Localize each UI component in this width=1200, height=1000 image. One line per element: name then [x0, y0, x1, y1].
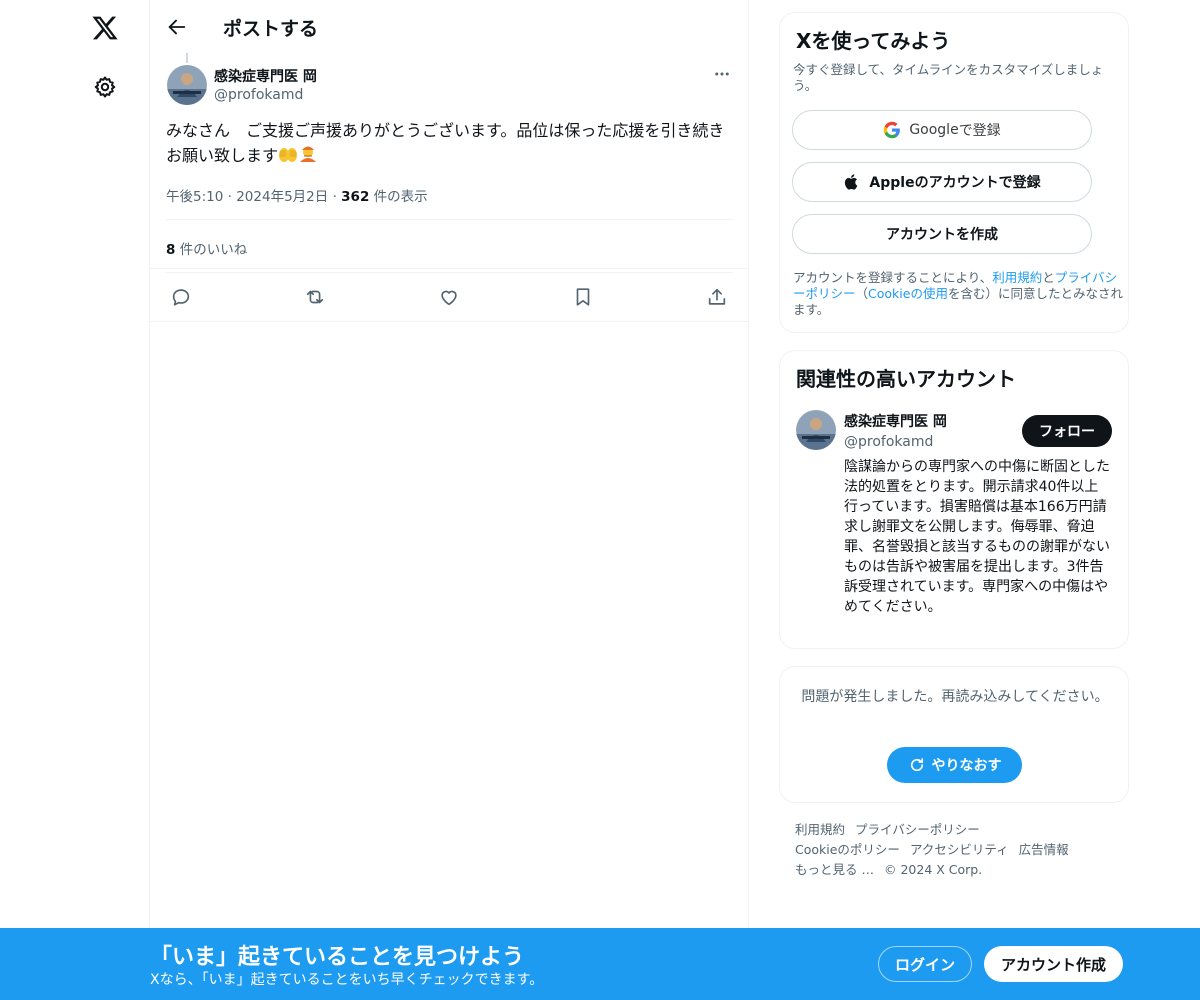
- related-accounts-card: 関連性の高いアカウント 感染症専門医 岡 @profokamd フォロー 陰謀論…: [779, 350, 1129, 649]
- apple-signup-button[interactable]: Appleのアカウントで登録: [792, 162, 1092, 202]
- post-actions: [166, 284, 733, 312]
- divider: [150, 321, 749, 322]
- cookie-link[interactable]: Cookieの使用: [868, 286, 948, 301]
- signup-card: Xを使ってみよう 今すぐ登録して、タイムラインをカスタマイズしましょう。 Goo…: [779, 12, 1129, 333]
- reply-icon[interactable]: [170, 286, 192, 308]
- related-card-title: 関連性の高いアカウント: [796, 367, 1016, 391]
- open-hands-emoji-icon: [279, 148, 298, 162]
- follow-button[interactable]: フォロー: [1022, 415, 1112, 447]
- footer-cookie-link[interactable]: Cookieのポリシー: [795, 842, 900, 857]
- related-account-handle[interactable]: @profokamd: [844, 434, 933, 450]
- related-account-bio: 陰謀論からの専門家への中傷に断固とした法的処置をとります。開示請求40件以上行っ…: [844, 459, 1110, 615]
- more-options-icon[interactable]: [713, 65, 731, 83]
- signup-card-title: Xを使ってみよう: [796, 29, 951, 53]
- signup-banner: 「いま」起きていることを見つけよう Xなら、「いま」起きていることをいち早くチェ…: [0, 928, 1200, 1000]
- meta-separator: ·: [227, 189, 237, 205]
- related-account-name[interactable]: 感染症専門医 岡: [844, 411, 947, 431]
- terms-link[interactable]: 利用規約: [992, 270, 1042, 285]
- tos-mid: （: [855, 286, 869, 301]
- share-icon[interactable]: [706, 286, 728, 308]
- apple-logo-icon: [845, 174, 858, 190]
- create-account-button[interactable]: アカウントを作成: [792, 214, 1092, 254]
- likes-label: 件のいいね: [175, 242, 248, 258]
- signup-card-subtitle: 今すぐ登録して、タイムラインをカスタマイズしましょう。: [793, 62, 1104, 93]
- banner-title: 「いま」起きていることを見つけよう: [150, 945, 525, 970]
- related-account-avatar[interactable]: [796, 410, 836, 450]
- bowing-person-emoji-icon: [300, 146, 317, 162]
- footer-accessibility-link[interactable]: アクセシビリティ: [910, 842, 1009, 857]
- error-card: 問題が発生しました。再読み込みしてください。 やりなおす: [779, 666, 1129, 803]
- footer-privacy-link[interactable]: プライバシーポリシー: [855, 822, 980, 837]
- post-date[interactable]: 2024年5月2日: [236, 189, 328, 205]
- error-message: 問題が発生しました。再読み込みしてください。: [801, 689, 1109, 705]
- author-handle[interactable]: @profokamd: [214, 87, 303, 103]
- retry-button[interactable]: やりなおす: [887, 747, 1022, 783]
- tos-and: と: [1042, 270, 1055, 285]
- author-name[interactable]: 感染症専門医 岡: [214, 66, 317, 86]
- footer-copyright: © 2024 X Corp.: [883, 862, 983, 877]
- login-button[interactable]: ログイン: [878, 946, 972, 982]
- footer-links: 利用規約 プライバシーポリシー Cookieのポリシー アクセシビリティ 広告情報 も…: [795, 820, 1125, 880]
- left-nav: [0, 0, 150, 1000]
- retry-label: やりなおす: [931, 758, 1002, 774]
- post-time[interactable]: 午後5:10: [166, 189, 223, 205]
- meta-separator: ·: [332, 189, 342, 205]
- banner-signup-button[interactable]: アカウント作成: [984, 946, 1123, 982]
- google-label-suffix: で登録: [958, 123, 1001, 139]
- post-text: みなさん ご支援ご声援ありがとうございます。品位は保った応援を引き続きお願い致し…: [166, 118, 736, 168]
- google-label-main: Google: [909, 122, 959, 138]
- post: 感染症専門医 岡 @profokamd みなさん ご支援ご声援ありがとうございま…: [150, 0, 749, 322]
- post-text-body: みなさん ご支援ご声援ありがとうございます。品位は保った応援を引き続きお願い致し…: [166, 121, 725, 165]
- divider: [166, 272, 733, 273]
- views-label: 件の表示: [369, 189, 428, 205]
- footer-terms-link[interactable]: 利用規約: [795, 822, 845, 837]
- tos-prefix: アカウントを登録することにより、: [793, 270, 993, 285]
- google-signup-button[interactable]: Google で登録: [792, 110, 1092, 150]
- x-logo-icon[interactable]: [91, 14, 119, 42]
- like-heart-icon[interactable]: [438, 286, 460, 308]
- refresh-icon: [910, 758, 923, 772]
- bookmark-icon[interactable]: [572, 286, 594, 308]
- footer-more-link[interactable]: もっと見る …: [795, 862, 874, 877]
- divider: [166, 219, 733, 220]
- author-avatar[interactable]: [167, 65, 207, 105]
- apple-signup-label: Appleのアカウントで登録: [869, 175, 1041, 191]
- footer-ads-link[interactable]: 広告情報: [1019, 842, 1069, 857]
- google-logo-icon: [884, 121, 901, 139]
- repost-icon[interactable]: [304, 286, 326, 308]
- likes-row[interactable]: 8 件のいいね: [166, 238, 247, 258]
- post-meta: 午後5:10 · 2024年5月2日 · 362 件の表示: [166, 185, 428, 205]
- views-count: 362: [341, 189, 370, 205]
- banner-subtitle: Xなら、「いま」起きていることをいち早くチェックできます。: [150, 972, 544, 988]
- create-account-label: アカウントを作成: [886, 227, 998, 243]
- settings-gear-icon[interactable]: [93, 75, 117, 99]
- terms-notice: アカウントを登録することにより、利用規約とプライバシーポリシー（Cookieの使…: [793, 270, 1123, 318]
- thread-line: [186, 53, 188, 63]
- main-column: ポストする 感染症専門医 岡 @profokamd みなさん ご支援ご声援ありが…: [149, 0, 749, 1000]
- right-sidebar: Xを使ってみよう 今すぐ登録して、タイムラインをカスタマイズしましょう。 Goo…: [779, 12, 1129, 803]
- likes-count: 8: [166, 242, 176, 258]
